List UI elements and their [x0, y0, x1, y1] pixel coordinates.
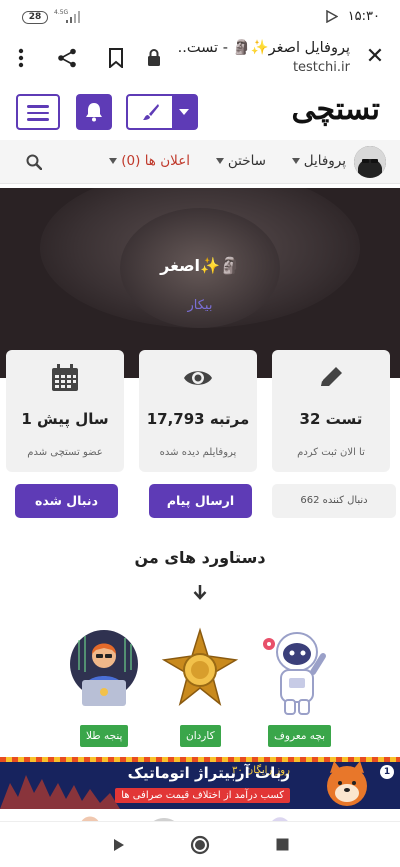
site-header: تستچی [0, 86, 400, 140]
site-logo[interactable]: تستچی [291, 92, 381, 127]
hamburger-menu-button[interactable] [16, 94, 60, 130]
pencil-icon [321, 367, 342, 386]
theme-dropdown-button[interactable] [126, 94, 198, 130]
clock: ۱۵:۳۰ [347, 9, 380, 24]
page-content-continuation [0, 809, 400, 824]
ad-badge: 1 [380, 765, 394, 779]
browser-toolbar: ✕ پروفایل اصغر✨🗿 - تست.. testchi.ir [0, 34, 400, 86]
follow-button[interactable]: دنبال شده [15, 484, 118, 518]
chevron-down-icon [215, 158, 224, 164]
stat-value: 17,793 مرتبه [146, 410, 250, 428]
calendar-icon [52, 364, 78, 391]
hacker-badge-icon [70, 630, 138, 706]
badge-label: کاردان [180, 725, 221, 747]
profile-status: بیکار [187, 298, 213, 313]
menu-line [27, 118, 49, 121]
close-icon[interactable]: ✕ [364, 46, 386, 68]
search-icon[interactable] [26, 154, 42, 170]
back-icon[interactable] [113, 838, 125, 852]
recents-icon[interactable] [276, 838, 289, 851]
home-icon[interactable] [190, 835, 210, 855]
profile-name: اصغر✨🗿 [160, 256, 240, 275]
stat-value: 1 سال پیش [21, 410, 109, 428]
achievements-title: دستاورد های من [134, 548, 266, 567]
share-icon[interactable] [57, 48, 77, 68]
avatar-image [354, 146, 386, 178]
chevron-down-icon [179, 109, 189, 115]
play-store-icon [326, 10, 338, 23]
chevron-down-icon [291, 158, 300, 164]
chevron-down-icon [109, 158, 118, 164]
stat-caption: تا الان ثبت کردم [297, 447, 365, 458]
ad-subtitle: کسب درآمد از اختلاف قیمت صرافی ها [115, 788, 290, 803]
gold-medal-badge-icon [161, 627, 239, 707]
shiba-dog-icon [327, 761, 367, 806]
notifications-button[interactable] [76, 94, 112, 130]
flames-graphic [0, 775, 120, 809]
page-domain[interactable]: testchi.ir [293, 60, 350, 75]
eye-icon [184, 371, 212, 385]
brush-icon [143, 104, 159, 120]
page-title: پروفایل اصغر✨🗿 - تست.. [177, 40, 350, 56]
stat-card-views: 17,793 مرتبه پروفایلم دیده شده [139, 350, 257, 472]
astronaut-badge-icon [263, 632, 326, 715]
nav-notifications[interactable]: اعلان ها (0) [109, 153, 190, 169]
battery-indicator: 28 [22, 11, 48, 24]
arrow-down-icon [193, 585, 207, 600]
lock-icon[interactable] [147, 49, 161, 67]
status-bar: 28 4.5G ۱۵:۳۰ [0, 0, 400, 34]
system-navigation-bar [0, 821, 400, 867]
ad-headline: ربات آربیتراژ اتوماتیک [127, 764, 290, 782]
stat-value: 32 تست [299, 410, 363, 428]
menu-line [27, 111, 49, 114]
stat-card-tests: 32 تست تا الان ثبت کردم [272, 350, 390, 472]
menu-line [27, 105, 49, 108]
nav-create[interactable]: ساختن [215, 153, 266, 169]
main-nav: پروفایل ساختن اعلان ها (0) [0, 140, 400, 184]
send-message-button[interactable]: ارسال پیام [149, 484, 252, 518]
dropdown-arrow[interactable] [172, 96, 196, 128]
followers-count[interactable]: 662 دنبال کننده [272, 484, 396, 518]
badge-label: بچه معروف [268, 725, 332, 747]
user-avatar[interactable] [354, 146, 386, 178]
stat-caption: عضو تستچی شدم [27, 447, 103, 458]
ad-banner[interactable]: ۳۰ روز رایگان ربات آربیتراژ اتوماتیک کسب… [0, 757, 400, 809]
bookmark-icon[interactable] [108, 48, 124, 68]
stat-card-member-since: 1 سال پیش عضو تستچی شدم [6, 350, 124, 472]
signal-icon [66, 11, 80, 23]
badge-label: پنجه طلا [80, 725, 129, 747]
overflow-menu-icon[interactable] [18, 48, 24, 68]
bell-icon [86, 103, 102, 122]
stat-caption: پروفایلم دیده شده [159, 447, 237, 458]
nav-profile[interactable]: پروفایل [291, 153, 346, 169]
